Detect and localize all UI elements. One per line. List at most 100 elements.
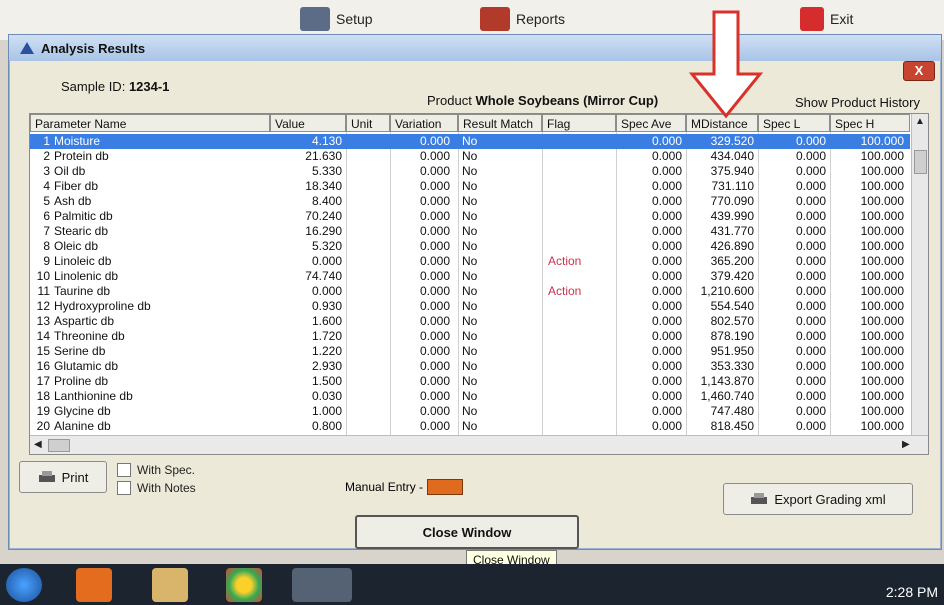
spec-l-cell: 0.000 [795, 284, 826, 298]
close-window-button[interactable]: Close Window [355, 515, 579, 549]
table-row[interactable]: 20 Alanine db 0.800 0.000 No 0.000 818.450 0.00… [30, 419, 910, 434]
table-row[interactable]: 13 Aspartic db 1.600 0.000 No 0.000 802.570 0.0… [30, 314, 910, 329]
print-button[interactable]: Print [19, 461, 107, 493]
with-spec-box[interactable] [117, 463, 131, 477]
with-spec-checkbox[interactable]: With Spec. [117, 463, 195, 477]
table-row[interactable]: 15 Serine db 1.220 0.000 No 0.000 951.950 0.000… [30, 344, 910, 359]
flag-cell [548, 179, 608, 194]
export-grading-xml-button[interactable]: Export Grading xml [723, 483, 913, 515]
scroll-thumb[interactable] [914, 150, 927, 174]
mdistance-cell: 1,460.740 [700, 389, 754, 403]
parameter-name: Alanine db [54, 419, 111, 433]
table-row[interactable]: 2 Protein db 21.630 0.000 No 0.000 434.040 0.00… [30, 149, 910, 164]
table-row[interactable]: 8 Oleic db 5.320 0.000 No 0.000 426.890 0.000 10… [30, 239, 910, 254]
table-row[interactable]: 12 Hydroxyproline db 0.930 0.000 No 0.000 554.… [30, 299, 910, 314]
flag-cell [548, 404, 608, 419]
value-cell: 1.600 [311, 314, 342, 328]
result-match-cell: No [462, 209, 478, 223]
value-cell: 8.400 [311, 194, 342, 208]
table-row[interactable]: 4 Fiber db 18.340 0.000 No 0.000 731.110 0.000 1… [30, 179, 910, 194]
scroll-right-icon[interactable]: ▶ [902, 439, 910, 450]
spec-l-cell: 0.000 [795, 254, 826, 268]
parameter-name: Linolenic db [54, 269, 119, 283]
table-row[interactable]: 16 Glutamic db 2.930 0.000 No 0.000 353.330 0.0… [30, 359, 910, 374]
parameter-name: Taurine db [54, 284, 111, 298]
parameter-name: Glutamic db [54, 359, 119, 373]
variation-cell: 0.000 [419, 209, 450, 223]
spec-ave-cell: 0.000 [651, 299, 682, 313]
flag-cell [548, 389, 608, 404]
result-match-cell: No [462, 194, 478, 208]
col-result-match[interactable]: Result Match [458, 114, 542, 132]
parameter-name: Stearic db [54, 224, 109, 238]
col-spec-h[interactable]: Spec H [830, 114, 910, 132]
start-button[interactable] [6, 568, 42, 602]
table-row[interactable]: 14 Threonine db 1.720 0.000 No 0.000 878.190 0.… [30, 329, 910, 344]
table-row[interactable]: 9 Linoleic db 0.000 0.000 No Action 0.000 365.2… [30, 254, 910, 269]
col-flag[interactable]: Flag [542, 114, 616, 132]
table-row[interactable]: 17 Proline db 1.500 0.000 No 0.000 1,143.870 0.… [30, 374, 910, 389]
table-row[interactable]: 5 Ash db 8.400 0.000 No 0.000 770.090 0.000 100.… [30, 194, 910, 209]
value-cell: 16.290 [305, 224, 342, 238]
scroll-left-icon[interactable]: ◀ [34, 439, 42, 450]
mdistance-cell: 878.190 [710, 329, 754, 343]
parameter-name: Lanthionine db [54, 389, 133, 403]
table-row[interactable]: 11 Taurine db 0.000 0.000 No Action 0.000 1,210… [30, 284, 910, 299]
parameter-name: Oleic db [54, 239, 99, 253]
col-unit[interactable]: Unit [346, 114, 390, 132]
col-parameter-name[interactable]: Parameter Name [30, 114, 270, 132]
horizontal-scrollbar[interactable]: ◀ ▶ [30, 435, 928, 454]
result-match-cell: No [462, 149, 478, 163]
row-number: 10 [36, 269, 50, 283]
flag-cell [548, 239, 608, 254]
table-row[interactable]: 7 Stearic db 16.290 0.000 No 0.000 431.770 0.00… [30, 224, 910, 239]
table-row[interactable]: 1 Moisture 4.130 0.000 No 0.000 329.520 0.000 10… [30, 134, 910, 149]
media-player-icon[interactable] [76, 568, 112, 602]
variation-cell: 0.000 [419, 224, 450, 238]
file-explorer-icon[interactable] [152, 568, 188, 602]
spec-ave-cell: 0.000 [651, 179, 682, 193]
toolbar-setup[interactable]: Setup [300, 2, 373, 36]
printer-icon [751, 493, 768, 504]
toolbar-exit[interactable]: Exit [800, 2, 853, 36]
table-row[interactable]: 3 Oil db 5.330 0.000 No 0.000 375.940 0.000 100.… [30, 164, 910, 179]
spec-ave-cell: 0.000 [651, 329, 682, 343]
spec-ave-cell: 0.000 [651, 404, 682, 418]
result-match-cell: No [462, 389, 478, 403]
table-row[interactable]: 10 Linolenic db 74.740 0.000 No 0.000 379.420 0… [30, 269, 910, 284]
variation-cell: 0.000 [419, 179, 450, 193]
toolbar-reports[interactable]: Reports [480, 2, 565, 36]
show-product-history-link[interactable]: Show Product History [795, 95, 920, 110]
spec-ave-cell: 0.000 [651, 254, 682, 268]
value-cell: 0.000 [311, 254, 342, 268]
result-match-cell: No [462, 299, 478, 313]
result-match-cell: No [462, 419, 478, 433]
row-number: 14 [36, 329, 50, 343]
row-number: 12 [36, 299, 50, 313]
flag-cell [548, 194, 608, 209]
manual-entry-swatch [427, 479, 464, 495]
col-value[interactable]: Value [270, 114, 346, 132]
scroll-up-icon[interactable]: ▲ [915, 116, 925, 127]
value-cell: 0.000 [311, 284, 342, 298]
analyzer-app-icon[interactable] [292, 568, 352, 602]
with-notes-checkbox[interactable]: With Notes [117, 481, 196, 495]
table-row[interactable]: 6 Palmitic db 70.240 0.000 No 0.000 439.990 0.0… [30, 209, 910, 224]
col-spec-ave[interactable]: Spec Ave [616, 114, 686, 132]
table-row[interactable]: 19 Glycine db 1.000 0.000 No 0.000 747.480 0.00… [30, 404, 910, 419]
window-titlebar[interactable]: Analysis Results [9, 35, 941, 61]
spec-l-cell: 0.000 [795, 224, 826, 238]
vertical-scrollbar[interactable]: ▲ [911, 114, 928, 436]
table-row[interactable]: 18 Lanthionine db 0.030 0.000 No 0.000 1,460.7… [30, 389, 910, 404]
spec-h-cell: 100.000 [860, 389, 904, 403]
spec-h-cell: 100.000 [860, 419, 904, 433]
col-spec-l[interactable]: Spec L [758, 114, 830, 132]
with-notes-box[interactable] [117, 481, 131, 495]
col-variation[interactable]: Variation [390, 114, 458, 132]
hscroll-thumb[interactable] [48, 439, 70, 452]
results-table: Parameter Name Value Unit Variation Resu… [29, 113, 929, 455]
mdistance-cell: 818.450 [710, 419, 754, 433]
chrome-icon[interactable] [226, 568, 262, 602]
spec-l-cell: 0.000 [795, 134, 826, 148]
window-close-button[interactable]: X [903, 61, 935, 81]
